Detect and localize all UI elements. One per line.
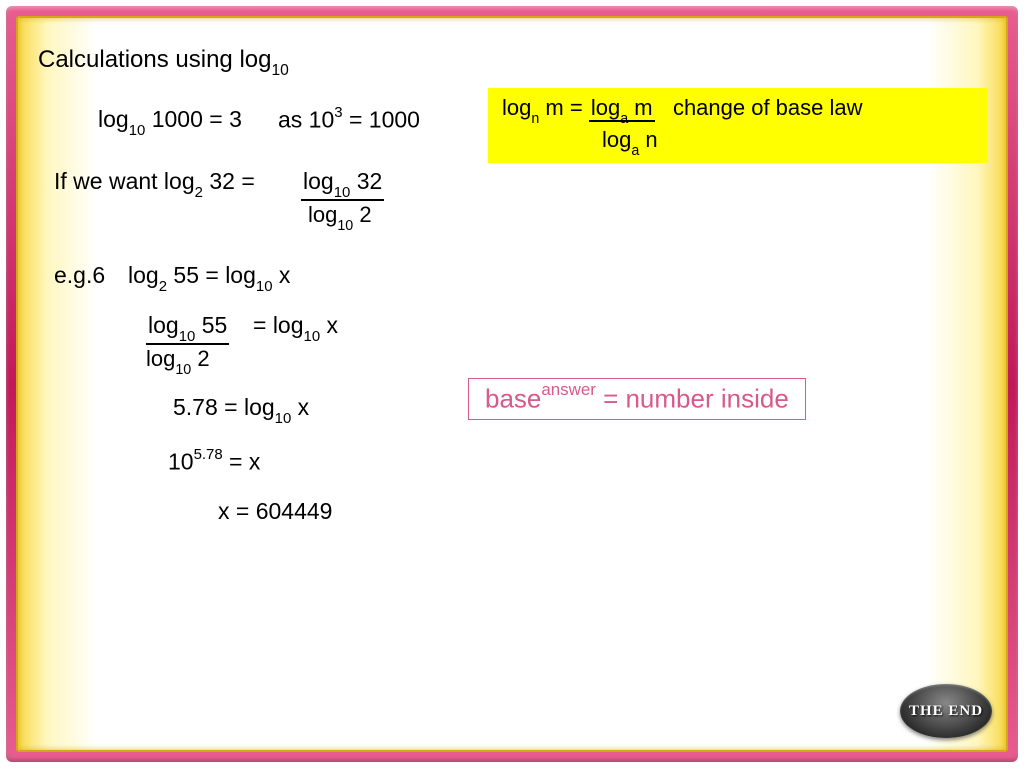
- eg-rhs-post: x: [273, 262, 291, 288]
- example6-label: e.g.6: [54, 262, 105, 289]
- law-numerator: loga m: [589, 95, 655, 122]
- eg-feq-post: x: [320, 312, 338, 338]
- slide-title: Calculations using log10: [38, 46, 986, 78]
- example6-step3: 105.78 = x: [168, 448, 260, 476]
- eg-s3post: = x: [223, 449, 261, 475]
- change-of-base-law-box: logn m = loga m change of base law loga …: [488, 88, 988, 163]
- hint-sup: answer: [541, 380, 595, 399]
- eg-s2post: x: [291, 394, 309, 420]
- ex2-den-post: 2: [353, 202, 371, 227]
- eg-s2sub: 10: [275, 410, 292, 427]
- law-num-sub: a: [620, 111, 628, 127]
- ex1-rest: 1000 = 3: [145, 106, 242, 132]
- ex2-num-post: 32: [350, 168, 382, 194]
- eg-lhs-post: 55 = log: [167, 262, 256, 288]
- eg-fden: log: [146, 346, 175, 371]
- hint-rest: = number inside: [596, 384, 789, 414]
- eg-fnum: log: [148, 312, 179, 338]
- law-denominator: loga n: [502, 126, 978, 158]
- example6-frac-num: log10 55: [146, 312, 229, 345]
- ex2-num: log: [303, 168, 334, 194]
- eg-fden-post: 2: [191, 346, 209, 371]
- ex1-sub: 10: [129, 122, 146, 139]
- law-den-sub: a: [631, 143, 639, 159]
- eg-frac-num-span: log10 55: [146, 312, 229, 345]
- ex2-den-sub: 10: [337, 218, 353, 234]
- slide-outer-frame: Calculations using log10 logn m = loga m…: [6, 6, 1018, 762]
- ex1-rhs-post: = 1000: [343, 107, 420, 133]
- example1-rhs: as 103 = 1000: [278, 106, 420, 134]
- law-label: change of base law: [673, 95, 863, 120]
- slide-inner-frame: Calculations using log10 logn m = loga m…: [16, 16, 1008, 752]
- example2-numerator: log10 32: [301, 168, 384, 201]
- eg-lhs: log: [128, 262, 159, 288]
- law-lhs-sub: n: [531, 111, 539, 127]
- ex1-rhs-sup: 3: [334, 104, 342, 121]
- ex2-den: log: [308, 202, 337, 227]
- example1-lhs: log10 1000 = 3: [98, 106, 242, 137]
- eg-s2l: 5.78 = log: [173, 394, 275, 420]
- law-line1: logn m = loga m change of base law: [502, 94, 978, 126]
- eg-lhs-sub: 2: [159, 278, 167, 295]
- eg-s3pre: 10: [168, 449, 194, 475]
- eg-rhs-sub: 10: [256, 278, 273, 295]
- ex2-num-sub: 10: [334, 184, 351, 201]
- law-den-arg: n: [639, 127, 657, 152]
- end-label: THE END: [909, 703, 983, 720]
- law-den-log: log: [602, 127, 631, 152]
- eg-fnum-sub: 10: [179, 328, 196, 345]
- title-text: Calculations using log: [38, 46, 271, 73]
- example6-step4: x = 604449: [218, 498, 332, 525]
- example2-denominator: log10 2: [308, 202, 372, 231]
- ex2-frac-num: log10 32: [301, 168, 384, 201]
- example6-step2: 5.78 = log10 x: [173, 394, 309, 425]
- example2-text: If we want log2 32 =: [54, 168, 255, 199]
- eg-fnum-post: 55: [195, 312, 227, 338]
- law-num-arg: m: [628, 95, 652, 120]
- ex1-log: log: [98, 106, 129, 132]
- end-button[interactable]: THE END: [900, 684, 992, 738]
- slide-content: Calculations using log10 logn m = loga m…: [18, 18, 1006, 750]
- law-lhs: log: [502, 95, 531, 120]
- ex2-pre-post: 32 =: [203, 168, 255, 194]
- eg-fden-sub: 10: [175, 362, 191, 378]
- example6-frac-den: log10 2: [146, 346, 210, 375]
- example6-equation: log2 55 = log10 x: [128, 262, 290, 293]
- example6-frac-rhs: = log10 x: [253, 312, 338, 343]
- title-sub: 10: [271, 62, 288, 79]
- eg-feq: = log: [253, 312, 304, 338]
- ex2-pre-sub: 2: [195, 184, 203, 201]
- law-lhs-arg: m =: [539, 95, 589, 120]
- eg-feq-sub: 10: [304, 328, 321, 345]
- hint-box: baseanswer = number inside: [468, 378, 806, 420]
- hint-base: base: [485, 384, 541, 414]
- eg-s3sup: 5.78: [194, 446, 223, 463]
- law-num-log: log: [591, 95, 620, 120]
- ex2-pre: If we want log: [54, 168, 195, 194]
- ex1-rhs-pre: as 10: [278, 107, 334, 133]
